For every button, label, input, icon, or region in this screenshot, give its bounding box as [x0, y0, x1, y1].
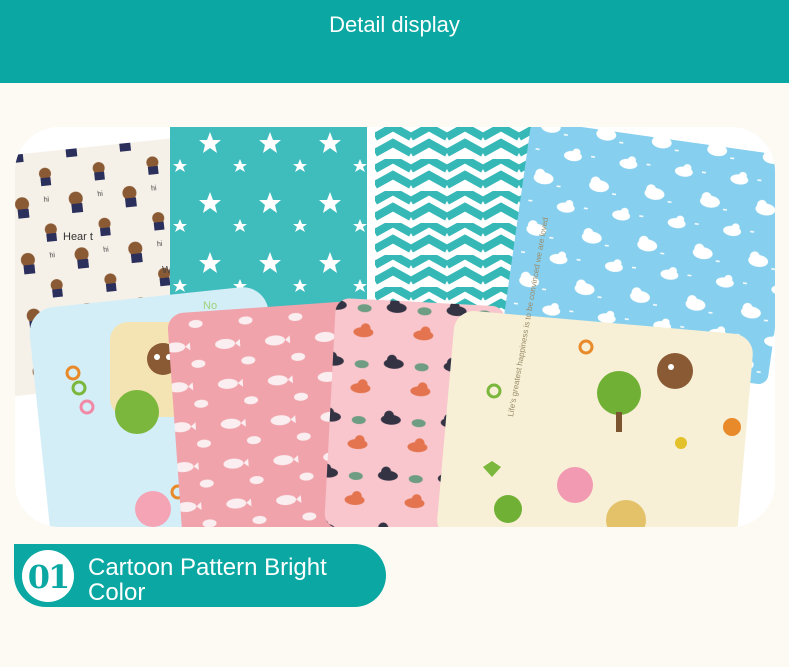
- feature-label: Cartoon Pattern Bright Color: [88, 554, 327, 606]
- feature-caption: 01 Cartoon Pattern Bright Color: [14, 544, 386, 607]
- page-header: Detail display: [0, 0, 789, 83]
- feature-number-badge: 01: [22, 550, 74, 602]
- svg-text:No: No: [203, 300, 217, 312]
- feature-number: 01: [27, 558, 71, 596]
- svg-text:Hear t: Hear t: [63, 231, 93, 243]
- product-photo: hi Hear t Wint er: [15, 127, 775, 527]
- page-title: Detail display: [329, 12, 460, 37]
- mats-illustration: hi Hear t Wint er: [15, 127, 775, 527]
